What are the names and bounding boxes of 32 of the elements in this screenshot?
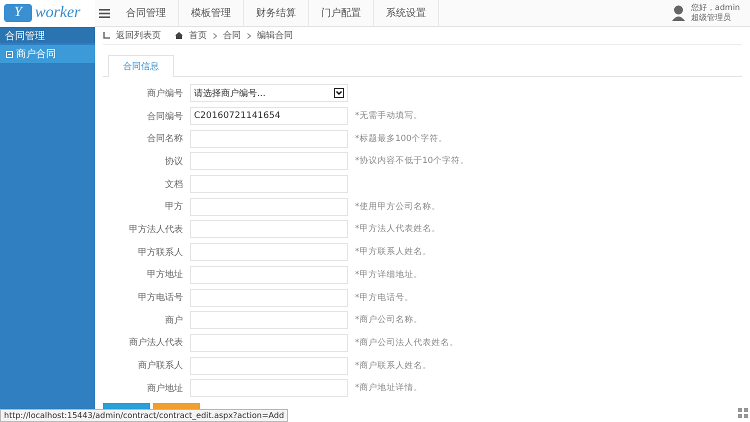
field-hint: *商户联系人姓名。 — [355, 360, 432, 372]
field-hint: *甲方法人代表姓名。 — [355, 223, 442, 236]
field-hint: *无需手动填写。 — [355, 110, 424, 122]
field-label: 合同名称 — [146, 132, 183, 146]
logo-mark: Y — [4, 4, 32, 22]
field-label: 甲方地址 — [146, 268, 183, 282]
field-hint: *协议内容不低于10个字符。 — [355, 155, 470, 168]
field-label: 商户联系人 — [137, 360, 183, 372]
field-hint: *甲方电话号。 — [355, 292, 414, 304]
field-hint: *商户公司名称。 — [355, 314, 424, 326]
sidebar-title: 合同管理 — [0, 27, 95, 43]
field-hint: *甲方联系人姓名。 — [355, 246, 432, 258]
field-hint: *使用甲方公司名称。 — [355, 200, 442, 213]
field-hint: *商户公司法人代表姓名。 — [355, 336, 460, 349]
field-hint: *商户地址详情。 — [355, 382, 424, 394]
field-label: 商户法人代表 — [128, 336, 183, 350]
field-label: 甲方 — [164, 200, 183, 214]
url-tooltip: http://localhost:15443/admin/contract/contract_edit.aspx?action=Add — [0, 409, 288, 422]
field-label: 商户编号 — [146, 88, 183, 100]
logo-text: worker — [35, 4, 80, 22]
field-label: 甲方法人代表 — [128, 224, 183, 236]
user-greeting: 您好，admin — [690, 3, 740, 13]
field-label: 合同编号 — [146, 110, 183, 123]
field-label: 协议 — [164, 156, 183, 168]
field-label: 商户 — [164, 314, 183, 327]
field-label: 文档 — [164, 178, 183, 191]
field-label: 商户地址 — [146, 382, 183, 395]
user-role: 超级管理员 — [690, 13, 732, 23]
field-hint: *标题最多100个字符。 — [355, 132, 448, 145]
field-label: 甲方联系人 — [137, 246, 183, 259]
field-hint: *甲方详细地址。 — [355, 268, 424, 281]
field-label: 甲方电话号 — [137, 292, 183, 304]
